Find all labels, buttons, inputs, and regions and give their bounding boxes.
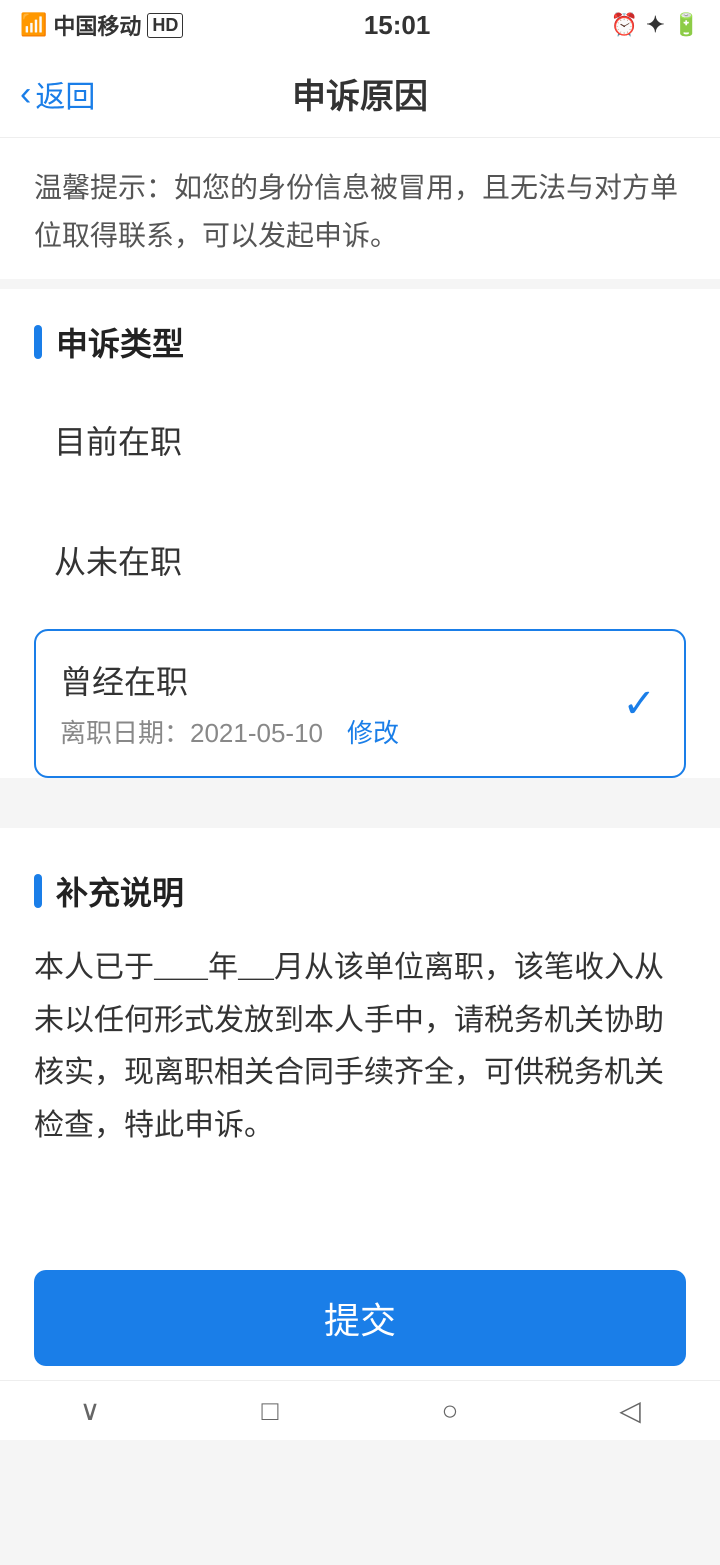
status-time: 15:01 bbox=[364, 10, 431, 41]
section-title-bar bbox=[34, 325, 42, 359]
back-chevron-icon: ‹ bbox=[20, 77, 31, 111]
page-title: 申诉原因 bbox=[292, 69, 428, 118]
option-formerly-employed[interactable]: 曾经在职 离职日期：2021-05-10 修改 ✓ bbox=[34, 629, 686, 778]
supplement-title: 补充说明 bbox=[34, 838, 686, 934]
nav-down-icon[interactable]: ∨ bbox=[60, 1391, 120, 1431]
back-label: 返回 bbox=[35, 72, 95, 116]
submit-label: 提交 bbox=[324, 1292, 396, 1344]
battery-icon: 🔋 bbox=[673, 12, 700, 38]
complaint-type-label: 申诉类型 bbox=[56, 319, 184, 365]
tip-text: 温馨提示：如您的身份信息被冒用，且无法与对方单位取得联系，可以发起申诉。 bbox=[34, 172, 678, 251]
complaint-type-title: 申诉类型 bbox=[34, 289, 686, 385]
checkmark-icon: ✓ bbox=[622, 681, 656, 727]
signal-icon: 📶 bbox=[20, 12, 47, 38]
option-formerly-employed-label: 曾经在职 bbox=[60, 657, 660, 703]
submit-button[interactable]: 提交 bbox=[34, 1270, 686, 1366]
supplement-label: 补充说明 bbox=[56, 868, 184, 914]
nav-circle-icon[interactable]: ○ bbox=[420, 1391, 480, 1431]
option-currently-employed[interactable]: 目前在职 bbox=[34, 385, 686, 495]
status-left: 📶 中国移动 HD bbox=[20, 9, 183, 41]
nav-bar: ‹ 返回 申诉原因 bbox=[0, 50, 720, 138]
option-never-employed[interactable]: 从未在职 bbox=[34, 505, 686, 615]
bluetooth-icon: ✦ bbox=[646, 12, 664, 38]
nav-back-arrow-icon[interactable]: ◁ bbox=[600, 1391, 660, 1431]
resignation-date-label: 离职日期：2021-05-10 bbox=[60, 713, 323, 750]
tip-section: 温馨提示：如您的身份信息被冒用，且无法与对方单位取得联系，可以发起申诉。 bbox=[0, 138, 720, 279]
status-bar: 📶 中国移动 HD 15:01 ⏰ ✦ 🔋 bbox=[0, 0, 720, 50]
option-never-employed-label: 从未在职 bbox=[54, 537, 182, 583]
bottom-area: 提交 bbox=[0, 1256, 720, 1380]
supplement-title-bar bbox=[34, 874, 42, 908]
section-divider bbox=[0, 808, 720, 828]
alarm-icon: ⏰ bbox=[611, 12, 638, 38]
bottom-nav: ∨ □ ○ ◁ bbox=[0, 1380, 720, 1440]
option-formerly-employed-sub: 离职日期：2021-05-10 修改 bbox=[60, 713, 660, 750]
complaint-type-section: 申诉类型 目前在职 从未在职 曾经在职 离职日期：2021-05-10 修改 ✓ bbox=[0, 289, 720, 778]
carrier-label: 中国移动 bbox=[53, 9, 141, 41]
edit-date-button[interactable]: 修改 bbox=[347, 713, 399, 750]
spacer bbox=[34, 495, 686, 505]
nav-square-icon[interactable]: □ bbox=[240, 1391, 300, 1431]
status-right: ⏰ ✦ 🔋 bbox=[611, 12, 700, 38]
option-currently-employed-label: 目前在职 bbox=[54, 417, 182, 463]
back-button[interactable]: ‹ 返回 bbox=[20, 72, 95, 116]
hd-badge: HD bbox=[147, 13, 183, 38]
